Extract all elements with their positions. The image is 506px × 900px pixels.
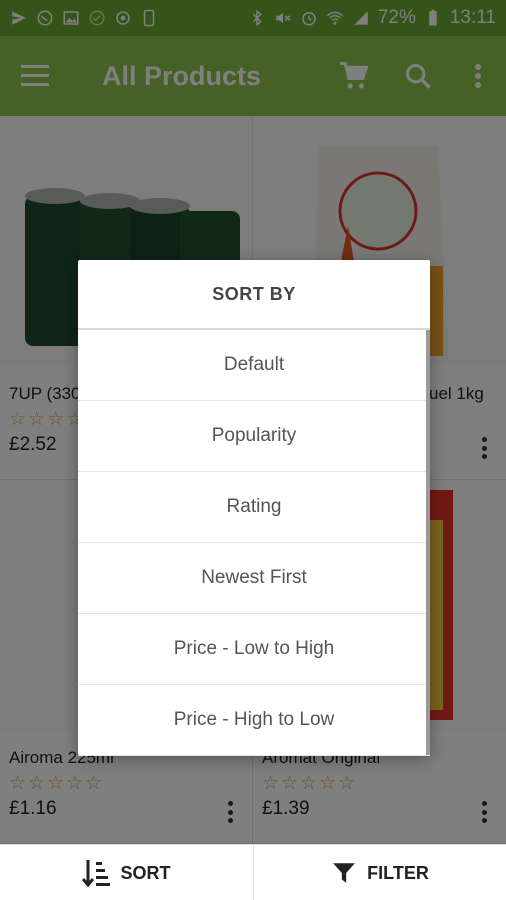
sort-button[interactable]: SORT [0, 845, 253, 900]
filter-label: FILTER [367, 862, 429, 883]
sort-label: SORT [120, 862, 171, 883]
sort-option-default[interactable]: Default [78, 330, 430, 401]
sort-icon [82, 860, 111, 888]
sort-dialog: SORT BY Default Popularity Rating Newest… [78, 260, 430, 756]
sort-option-popularity[interactable]: Popularity [78, 401, 430, 472]
filter-icon [333, 863, 356, 883]
sort-option-price-high-low[interactable]: Price - High to Low [78, 685, 430, 756]
filter-button[interactable]: FILTER [253, 845, 506, 900]
dialog-scrollbar[interactable] [426, 330, 430, 755]
sort-option-newest[interactable]: Newest First [78, 543, 430, 614]
dialog-title: SORT BY [78, 260, 430, 330]
sort-option-price-low-high[interactable]: Price - Low to High [78, 614, 430, 685]
sort-option-rating[interactable]: Rating [78, 472, 430, 543]
bottom-action-bar: SORT FILTER [0, 844, 506, 900]
